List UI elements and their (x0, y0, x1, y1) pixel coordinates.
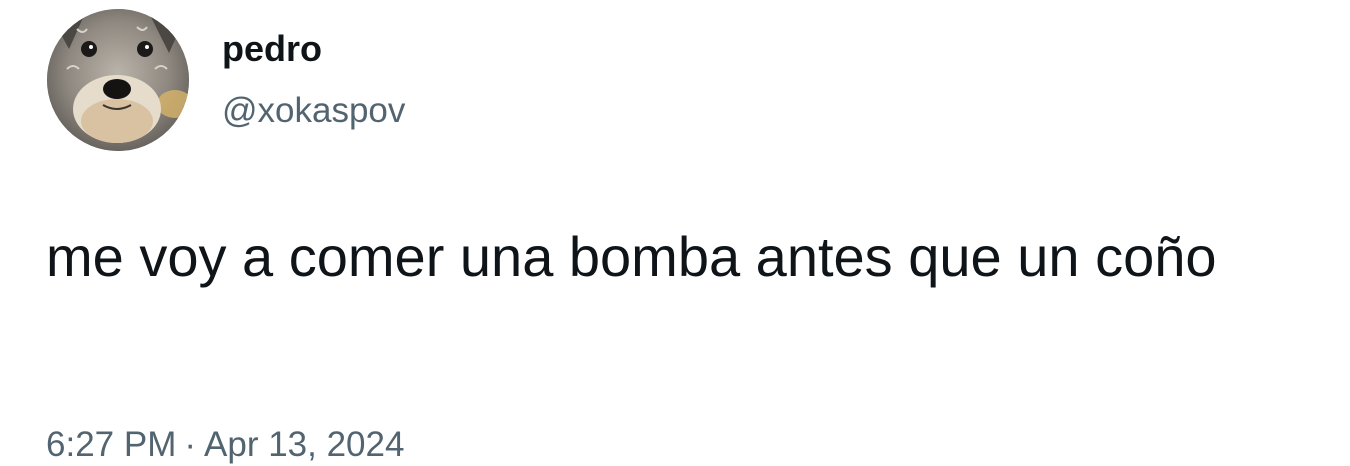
meta-separator: · (184, 425, 197, 464)
tweet-time[interactable]: 6:27 PM (46, 425, 176, 464)
tweet-date[interactable]: Apr 13, 2024 (204, 425, 404, 464)
tweet-timestamp: 6:27 PM · Apr 13, 2024 (46, 424, 404, 466)
display-name[interactable]: pedro (222, 28, 322, 70)
tweet-text: me voy a comer una bomba antes que un co… (46, 225, 1217, 288)
tweet-card: pedro @xokaspov me voy a comer una bomba… (0, 0, 1350, 464)
user-handle[interactable]: @xokaspov (222, 90, 405, 132)
avatar[interactable] (47, 9, 189, 151)
dog-avatar-icon (47, 9, 189, 151)
